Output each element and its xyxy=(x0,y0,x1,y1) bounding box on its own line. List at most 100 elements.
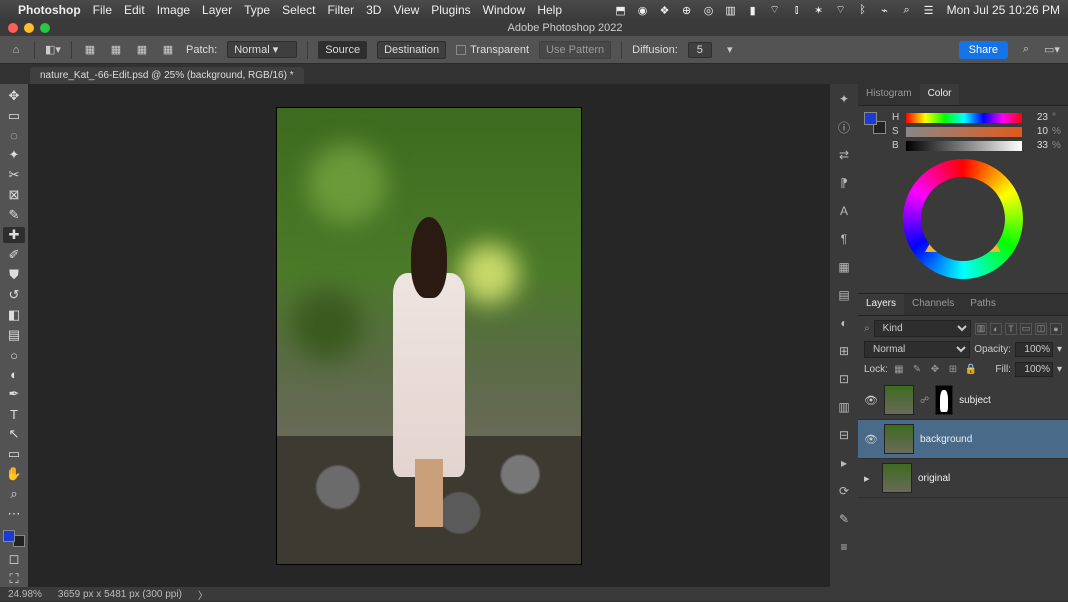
saturation-slider[interactable] xyxy=(906,127,1022,137)
panel-foreground-background-swatch[interactable] xyxy=(864,112,886,134)
window-zoom-button[interactable] xyxy=(40,23,50,33)
share-button[interactable]: Share xyxy=(959,41,1008,59)
type-tool[interactable]: T xyxy=(3,406,25,421)
tab-color[interactable]: Color xyxy=(920,84,960,105)
status-icon[interactable]: ▮ xyxy=(745,4,761,17)
zoom-level[interactable]: 24.98% xyxy=(8,589,42,600)
status-icon[interactable]: ⫾ xyxy=(789,4,805,17)
document-tab[interactable]: nature_Kat_-66-Edit.psd @ 25% (backgroun… xyxy=(30,67,304,84)
battery-icon[interactable]: ⌁ xyxy=(877,4,893,17)
menu-3d[interactable]: 3D xyxy=(366,3,381,17)
panel-icon[interactable]: ⓘ xyxy=(835,118,853,136)
menu-type[interactable]: Type xyxy=(244,3,270,17)
panel-icon[interactable]: ⊞ xyxy=(835,342,853,360)
edit-toolbar[interactable]: ⋯ xyxy=(3,506,25,522)
sat-value[interactable]: 10 xyxy=(1026,126,1048,137)
menu-select[interactable]: Select xyxy=(282,3,315,17)
color-wheel[interactable] xyxy=(903,159,1023,279)
link-icon[interactable]: ☍ xyxy=(920,395,929,406)
panel-icon[interactable]: ▤ xyxy=(835,286,853,304)
dodge-tool[interactable]: ◐ xyxy=(3,367,25,382)
hue-value[interactable]: 23 xyxy=(1026,112,1048,123)
brightness-slider[interactable] xyxy=(906,141,1022,151)
status-arrow-icon[interactable]: 〉 xyxy=(198,587,208,602)
selection-add-icon[interactable]: ▦ xyxy=(108,43,124,56)
layer-name[interactable]: subject xyxy=(959,395,991,406)
menu-image[interactable]: Image xyxy=(157,3,190,17)
menubar-datetime[interactable]: Mon Jul 25 10:26 PM xyxy=(947,3,1060,17)
window-minimize-button[interactable] xyxy=(24,23,34,33)
tab-histogram[interactable]: Histogram xyxy=(858,84,920,105)
quick-select-tool[interactable]: ✦ xyxy=(3,147,25,163)
shape-tool[interactable]: ▭ xyxy=(3,446,25,462)
lock-transparency-icon[interactable]: ▦ xyxy=(892,364,906,375)
layer-thumbnail[interactable] xyxy=(882,463,912,493)
layer-name[interactable]: background xyxy=(920,434,972,445)
eraser-tool[interactable]: ◧ xyxy=(3,307,25,323)
lock-all-icon[interactable]: 🔒 xyxy=(964,364,978,375)
frame-tool[interactable]: ⊠ xyxy=(3,187,25,203)
canvas-area[interactable] xyxy=(28,84,830,587)
gradient-tool[interactable]: ▤ xyxy=(3,327,25,343)
crop-tool[interactable]: ✂ xyxy=(3,167,25,183)
quick-mask-icon[interactable]: ◻ xyxy=(3,551,25,567)
status-icon[interactable]: ✶ xyxy=(811,4,827,17)
diffusion-dropdown-icon[interactable]: ▾ xyxy=(722,43,738,56)
menu-filter[interactable]: Filter xyxy=(327,3,354,17)
patch-destination-button[interactable]: Destination xyxy=(377,41,446,59)
tab-channels[interactable]: Channels xyxy=(904,294,962,315)
layer-row[interactable]: ▸ original xyxy=(858,459,1068,498)
zoom-tool[interactable]: ⌕ xyxy=(3,486,25,502)
transparent-checkbox[interactable]: Transparent xyxy=(456,44,529,56)
document-canvas[interactable] xyxy=(277,108,581,564)
hand-tool[interactable]: ✋ xyxy=(3,466,25,482)
lock-pixels-icon[interactable]: ✎ xyxy=(910,364,924,375)
wifi-icon[interactable]: ⌔ xyxy=(833,3,849,17)
pen-tool[interactable]: ✒ xyxy=(3,386,25,402)
panel-icon[interactable]: ◐ xyxy=(835,314,853,332)
status-icon[interactable]: ⊕ xyxy=(679,4,695,17)
group-expand-icon[interactable]: ▸ xyxy=(864,472,876,485)
eyedropper-tool[interactable]: ✎ xyxy=(3,207,25,223)
panel-icon[interactable]: ⊟ xyxy=(835,426,853,444)
menu-plugins[interactable]: Plugins xyxy=(431,3,470,17)
spotlight-icon[interactable]: ⌕ xyxy=(899,4,915,17)
lock-artboard-icon[interactable]: ⊞ xyxy=(946,364,960,375)
status-icon[interactable]: ◎ xyxy=(701,4,717,17)
layer-filter-icons[interactable]: ▥◐T▭◫● xyxy=(975,323,1062,335)
layer-mask-thumbnail[interactable] xyxy=(935,385,953,415)
brush-tool[interactable]: ✐ xyxy=(3,247,25,263)
status-icon[interactable]: ⌔ xyxy=(767,3,783,17)
path-select-tool[interactable]: ↖ xyxy=(3,426,25,442)
panel-icon[interactable]: ¶ xyxy=(835,230,853,248)
panel-icon[interactable]: ✦ xyxy=(835,90,853,108)
panel-icon[interactable]: ≡ xyxy=(835,538,853,556)
lock-position-icon[interactable]: ✥ xyxy=(928,364,942,375)
diffusion-input[interactable] xyxy=(688,42,712,58)
home-icon[interactable]: ⌂ xyxy=(8,44,24,56)
menu-file[interactable]: File xyxy=(93,3,112,17)
layer-row[interactable]: 👁 ☍ subject xyxy=(858,381,1068,420)
chevron-down-icon[interactable]: ▾ xyxy=(1057,364,1062,375)
chevron-down-icon[interactable]: ▾ xyxy=(1057,344,1062,355)
layer-filter-kind[interactable]: Kind xyxy=(874,320,971,337)
layer-thumbnail[interactable] xyxy=(884,385,914,415)
opacity-input[interactable] xyxy=(1015,342,1053,357)
menu-view[interactable]: View xyxy=(393,3,419,17)
marquee-tool[interactable]: ▭ xyxy=(3,108,25,124)
status-icon[interactable]: ◉ xyxy=(635,4,651,17)
status-icon[interactable]: ▥ xyxy=(723,4,739,17)
layer-name[interactable]: original xyxy=(918,473,950,484)
search-icon[interactable]: ⌕ xyxy=(1018,43,1034,56)
panel-icon[interactable]: ▦ xyxy=(835,258,853,276)
panel-icon[interactable]: ▥ xyxy=(835,398,853,416)
panel-icon[interactable]: A xyxy=(835,202,853,220)
layer-visibility-icon[interactable]: 👁 xyxy=(864,394,878,407)
layer-thumbnail[interactable] xyxy=(884,424,914,454)
layer-visibility-icon[interactable]: 👁 xyxy=(864,433,878,446)
panel-icon[interactable]: ▸ xyxy=(835,454,853,472)
move-tool[interactable]: ✥ xyxy=(3,88,25,104)
document-dimensions[interactable]: 3659 px x 5481 px (300 ppi) xyxy=(58,589,182,600)
bluetooth-icon[interactable]: ᛒ xyxy=(855,4,871,16)
fill-input[interactable] xyxy=(1015,362,1053,377)
